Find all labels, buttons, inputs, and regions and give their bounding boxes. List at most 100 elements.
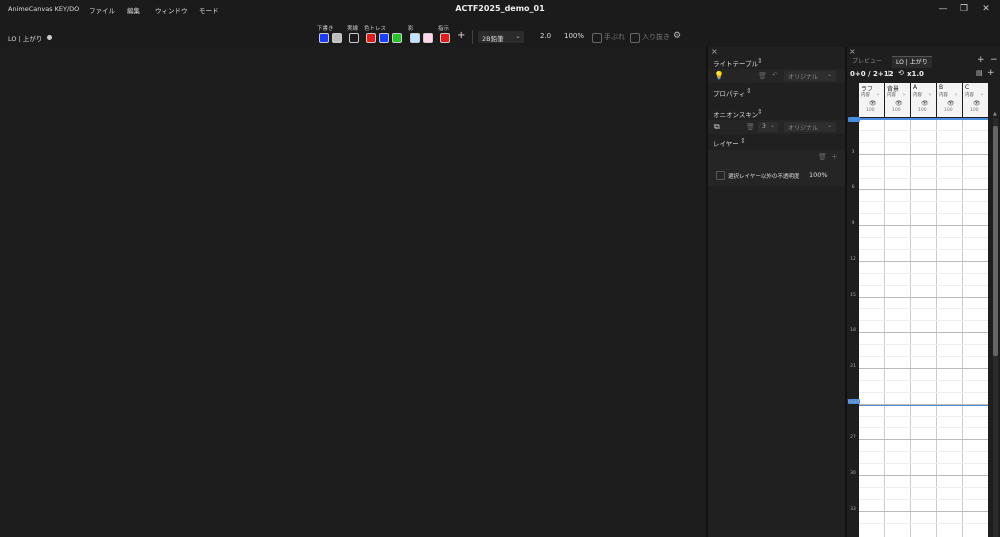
timeline-scrollbar-thumb[interactable] (993, 126, 998, 356)
tab-preview[interactable]: プレビュー (848, 56, 886, 67)
column-name: A (913, 84, 918, 91)
eye-icon[interactable]: 👁 (869, 100, 877, 107)
column-sub: 内容 (939, 93, 948, 98)
chevron-right-icon: › (929, 92, 931, 98)
add-layer-icon[interactable]: + (831, 152, 838, 161)
drawing-canvas[interactable] (0, 47, 706, 537)
stabilizer-label: 手ぶれ (604, 33, 625, 41)
onion-mode-select[interactable]: オリジナル ⌄ (784, 122, 836, 132)
layer-opacity-value[interactable]: 100% (809, 171, 828, 179)
minimize-icon[interactable]: — (936, 3, 950, 15)
add-tab-icon[interactable]: + (977, 55, 985, 65)
color-swatch[interactable] (319, 33, 329, 43)
layer-opacity-label: 選択レイヤー以外の不透明度 (728, 174, 800, 180)
brush-name: 2B鉛筆 (482, 35, 504, 43)
color-swatch[interactable] (349, 33, 359, 43)
light-table-header[interactable]: ライトテーブル ⇕ (708, 56, 845, 68)
undo-icon[interactable]: ↶ (772, 71, 778, 79)
layer-header[interactable]: レイヤー ⇕ (708, 136, 845, 148)
chevron-down-icon: ⌄ (770, 122, 776, 129)
close-panel-icon[interactable]: × (849, 47, 856, 56)
chevron-right-icon: › (981, 92, 983, 98)
close-icon[interactable]: ✕ (979, 3, 993, 15)
maximize-icon[interactable]: ❐ (957, 3, 971, 15)
eye-icon[interactable]: 👁 (895, 100, 903, 107)
close-panel-icon[interactable]: × (711, 47, 718, 56)
timeline-column[interactable]: 背景 内容 › 👁 100 (885, 83, 910, 117)
eye-icon[interactable]: 👁 (947, 100, 955, 107)
gear-icon[interactable]: ⚙ (673, 31, 681, 41)
playhead-marker[interactable] (848, 117, 860, 122)
timeline-column[interactable]: C 内容 › 👁 100 (963, 83, 988, 117)
toolbar: LO | 上がり 下書き 実線 色トレス 影 指示 + 2B鉛筆 ⌄ 2.0 1… (0, 18, 1000, 46)
onion-count-select[interactable]: 3 ⌄ (758, 122, 778, 132)
trash-icon[interactable]: 🗑 (746, 123, 755, 131)
frame-counter: 0+0 / 2+12 (850, 70, 894, 78)
layer-opacity-checkbox[interactable] (716, 171, 725, 180)
light-table-mode: オリジナル (788, 74, 819, 81)
brush-size[interactable]: 2.0 (540, 32, 551, 40)
add-swatch-icon[interactable]: + (457, 30, 465, 41)
column-sub: 内容 (913, 93, 922, 98)
timesheet-grid[interactable] (859, 118, 988, 537)
playback-speed[interactable]: x1.0 (907, 70, 924, 78)
color-swatch[interactable] (332, 33, 342, 43)
color-swatch[interactable] (440, 33, 450, 43)
play-icon[interactable]: ▷ (888, 69, 893, 77)
column-name: B (939, 84, 944, 91)
toolbar-divider (472, 30, 473, 44)
color-swatch[interactable] (410, 33, 420, 43)
timeline-scrollbar[interactable] (993, 118, 998, 537)
grid-row-line (859, 285, 988, 286)
grid-row-line (859, 273, 988, 274)
grid-row-line (859, 380, 988, 381)
window-title: ACTF2025_demo_01 (455, 4, 545, 13)
minimize-panel-icon[interactable]: − (990, 55, 998, 65)
lightbulb-icon[interactable]: 💡 (714, 71, 724, 80)
chevron-right-icon: › (877, 92, 879, 98)
eye-icon[interactable]: 👁 (973, 100, 981, 107)
grid-row-line (859, 130, 988, 131)
onion-skin-header[interactable]: オニオンスキン ⇕ (708, 107, 845, 119)
onion-skin-row: ⧉ 🗑 3 ⌄ オリジナル ⌄ (708, 120, 845, 134)
grid-row-line (859, 201, 988, 202)
brush-select[interactable]: 2B鉛筆 ⌄ (478, 31, 524, 43)
menu-bar: AnimeCanvas KEY/DO ファイル 編集 ウィンドウ モード ACT… (0, 0, 1000, 18)
column-opacity: 100 (970, 108, 979, 113)
row-label: 15 (850, 293, 856, 298)
chevron-down-icon: ⌄ (515, 32, 521, 40)
row-label: 33 (850, 507, 856, 512)
grid-row-line (859, 356, 988, 357)
tab-lo[interactable]: LO | 上がり (892, 56, 932, 68)
trash-icon[interactable]: 🗑 (758, 72, 767, 80)
scroll-up-icon[interactable]: ▲ (993, 111, 997, 117)
sheet-icon[interactable]: ▤ (976, 69, 983, 77)
grid-row-line (859, 320, 988, 321)
timeline-column[interactable]: ラフ 内容 › 👁 100 (859, 83, 884, 117)
color-swatch[interactable] (392, 33, 402, 43)
column-name: C (965, 84, 970, 91)
color-swatch[interactable] (366, 33, 376, 43)
timeline-column[interactable]: B 内容 › 👁 100 (937, 83, 962, 117)
pressure-checkbox[interactable] (630, 33, 640, 43)
eye-icon[interactable]: 👁 (921, 100, 929, 107)
grid-row-line (859, 261, 988, 262)
property-header[interactable]: プロパティ ⇕ (708, 86, 845, 98)
row-label: 18 (850, 328, 856, 333)
loop-icon[interactable]: ⟲ (898, 69, 904, 77)
chevron-right-icon: › (903, 92, 905, 98)
stabilizer-checkbox[interactable] (592, 33, 602, 43)
brush-opacity[interactable]: 100% (564, 32, 584, 40)
layers-icon[interactable]: ⧉ (714, 122, 720, 132)
row-label: 30 (850, 471, 856, 476)
column-opacity: 100 (944, 108, 953, 113)
trash-icon[interactable]: 🗑 (818, 153, 827, 161)
color-swatch[interactable] (379, 33, 389, 43)
grid-row-line (859, 392, 988, 393)
row-label: 6 (851, 185, 855, 190)
light-table-mode-select[interactable]: オリジナル ⌄ (784, 71, 836, 81)
column-opacity: 100 (866, 108, 875, 113)
add-column-icon[interactable]: + (987, 68, 995, 78)
color-swatch[interactable] (423, 33, 433, 43)
timeline-column[interactable]: A 内容 › 👁 100 (911, 83, 936, 117)
